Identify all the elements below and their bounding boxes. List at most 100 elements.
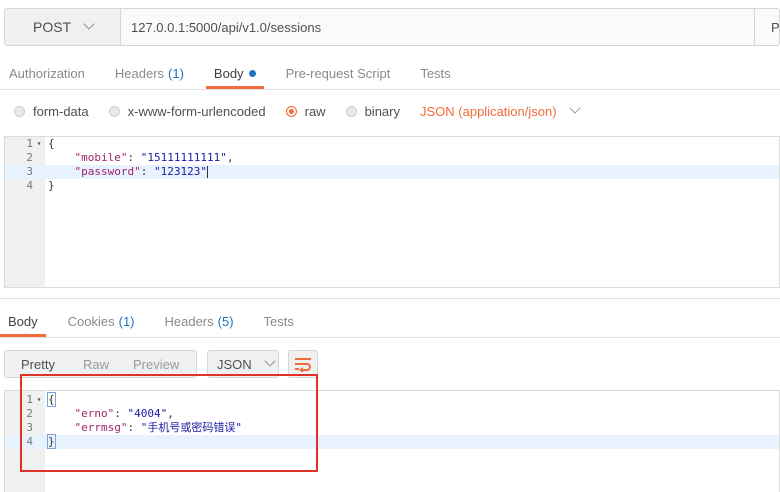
radio-circle-icon: [345, 105, 357, 117]
radio-form-data[interactable]: form-data: [14, 104, 89, 119]
tab-response-headers[interactable]: Headers (5): [157, 306, 242, 337]
tab-tests[interactable]: Tests: [412, 57, 458, 89]
url-input[interactable]: 127.0.0.1:5000/api/v1.0/sessions: [121, 9, 755, 45]
fold-gutter: [33, 421, 45, 435]
tab-count: (5): [217, 314, 234, 329]
editor-line: 2 "erno": "4004",: [5, 407, 779, 421]
params-label: Params: [771, 19, 779, 35]
request-body-editor[interactable]: 1 ▾ { 2 "mobile": "15111111111", 3 "pass…: [4, 136, 780, 288]
chevron-down-icon: [83, 18, 95, 30]
editor-line: 1 ▾ {: [5, 137, 779, 151]
line-number: 4: [26, 435, 33, 448]
line-number: 3: [26, 421, 33, 434]
json-separator: :: [114, 407, 128, 420]
json-brace-matched: }: [47, 434, 56, 449]
tab-headers[interactable]: Headers (1): [107, 57, 192, 89]
tab-authorization[interactable]: Authorization: [0, 57, 93, 89]
format-label: JSON: [217, 356, 252, 372]
body-type-selector: form-data x-www-form-urlencoded raw bina…: [0, 98, 780, 124]
modified-dot-icon: [248, 69, 256, 77]
code-text: }: [45, 434, 56, 449]
code-text: "erno": "4004",: [45, 407, 174, 421]
tab-label: Tests: [420, 65, 451, 81]
json-brace-matched: {: [47, 392, 56, 407]
tab-pre-request-script[interactable]: Pre-request Script: [278, 57, 399, 89]
radio-selected-icon: [285, 105, 297, 117]
json-brace: {: [48, 137, 55, 150]
code-text: "mobile": "15111111111",: [45, 151, 234, 165]
json-key: "erno": [74, 407, 115, 420]
line-number: 2: [26, 407, 33, 420]
tab-label: Body: [213, 65, 244, 81]
json-separator: :: [127, 151, 141, 164]
tab-count: (1): [118, 314, 135, 329]
content-type-dropdown[interactable]: JSON (application/json): [420, 102, 581, 119]
json-string: "手机号或密码错误": [140, 421, 242, 434]
radio-binary[interactable]: binary: [345, 103, 400, 119]
view-preview-button[interactable]: Preview: [125, 357, 187, 372]
content-type-label: JSON (application/json): [420, 103, 557, 119]
tab-count: (1): [168, 65, 184, 81]
code-text: "errmsg": "手机号或密码错误": [45, 421, 242, 435]
radio-label: binary: [364, 103, 400, 119]
editor-line: 2 "mobile": "15111111111",: [5, 151, 779, 165]
radio-circle-icon: [108, 105, 120, 117]
request-tabs: Authorization Headers (1) Body Pre-reque…: [0, 57, 780, 89]
tab-label: Authorization: [9, 65, 85, 81]
json-key: "errmsg": [74, 421, 128, 434]
json-comma: ,: [167, 407, 174, 420]
params-button[interactable]: Params: [755, 9, 779, 45]
code-text: {: [45, 137, 55, 151]
request-url-bar: POST 127.0.0.1:5000/api/v1.0/sessions Pa…: [4, 8, 780, 46]
json-separator: :: [127, 421, 141, 434]
fold-gutter: [33, 179, 45, 193]
code-text: {: [45, 392, 56, 407]
json-key: "mobile": [74, 151, 128, 164]
tab-body[interactable]: Body: [205, 57, 264, 89]
chevron-down-icon: [264, 355, 276, 367]
radio-raw[interactable]: raw: [285, 104, 326, 119]
editor-line: 3 "errmsg": "手机号或密码错误": [5, 421, 779, 435]
tab-label: Pre-request Script: [285, 65, 391, 81]
fold-gutter: [33, 407, 45, 421]
json-brace: }: [48, 179, 55, 192]
tab-label: Headers: [114, 65, 165, 81]
method-dropdown[interactable]: POST: [5, 9, 121, 45]
tab-label: Cookies: [67, 314, 115, 329]
line-number: 1: [26, 137, 33, 150]
json-key: "password": [74, 165, 141, 178]
code-text: }: [45, 179, 55, 193]
tab-cookies[interactable]: Cookies (1): [60, 306, 143, 337]
editor-line: 4 }: [5, 179, 779, 193]
radio-label: x-www-form-urlencoded: [127, 103, 266, 119]
radio-label: form-data: [33, 103, 89, 119]
line-number: 3: [26, 165, 33, 178]
view-raw-button[interactable]: Raw: [75, 357, 117, 372]
tab-response-tests[interactable]: Tests: [256, 306, 302, 337]
chevron-down-icon: [568, 102, 581, 114]
line-number: 2: [26, 151, 33, 164]
line-number: 4: [26, 179, 33, 192]
code-text: "password": "123123": [45, 165, 208, 179]
method-label: POST: [33, 19, 72, 35]
json-string: "15111111111": [140, 151, 227, 164]
editor-line-active: 3 "password": "123123": [5, 165, 779, 179]
tab-response-body[interactable]: Body: [0, 306, 46, 337]
radio-x-www-form-urlencoded[interactable]: x-www-form-urlencoded: [108, 103, 266, 119]
fold-gutter: [33, 165, 45, 179]
text-cursor: [206, 166, 208, 178]
view-pretty-button[interactable]: Pretty: [5, 357, 63, 372]
fold-gutter: [33, 435, 45, 449]
fold-gutter: [33, 151, 45, 165]
tabs-divider: [0, 89, 780, 90]
tab-label: Body: [8, 314, 38, 329]
fold-arrow-icon[interactable]: ▾: [33, 393, 45, 407]
json-separator: :: [140, 165, 154, 178]
response-tabs: Body Cookies (1) Headers (5) Tests: [0, 306, 780, 338]
tab-label: Headers: [164, 314, 214, 329]
fold-arrow-icon[interactable]: ▾: [33, 137, 45, 151]
tab-label: Tests: [263, 314, 294, 329]
json-string: "123123": [153, 165, 207, 178]
line-number: 1: [26, 393, 33, 406]
wrap-lines-icon: [295, 358, 311, 372]
